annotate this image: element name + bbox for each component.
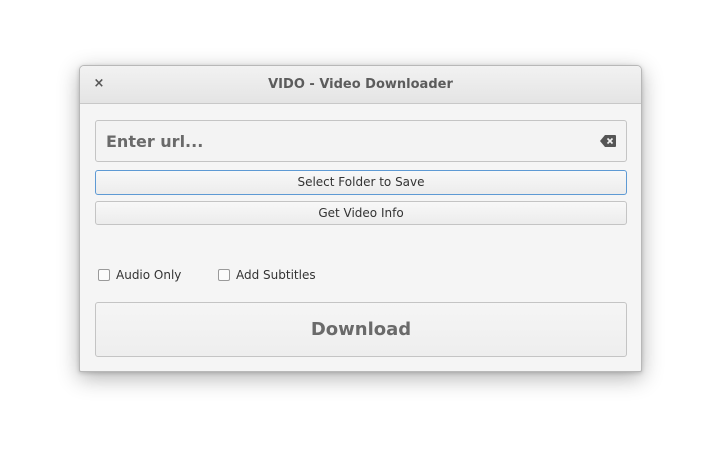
audio-only-checkbox[interactable]: Audio Only [98,267,181,283]
add-subtitles-checkbox[interactable]: Add Subtitles [218,267,316,283]
add-subtitles-label: Add Subtitles [236,268,316,282]
download-button[interactable]: Download [95,302,627,357]
checkbox-box[interactable] [218,269,230,281]
checkbox-box[interactable] [98,269,110,281]
select-folder-button[interactable]: Select Folder to Save [95,170,627,195]
app-window: × VIDO - Video Downloader Select Folder … [79,65,642,372]
window-title: VIDO - Video Downloader [268,77,453,92]
get-video-info-button[interactable]: Get Video Info [95,201,627,225]
edit-clear-icon[interactable] [600,135,616,147]
title-bar[interactable]: × VIDO - Video Downloader [80,66,641,104]
audio-only-label: Audio Only [116,268,182,282]
url-input[interactable] [96,121,586,161]
url-entry[interactable] [95,120,627,162]
